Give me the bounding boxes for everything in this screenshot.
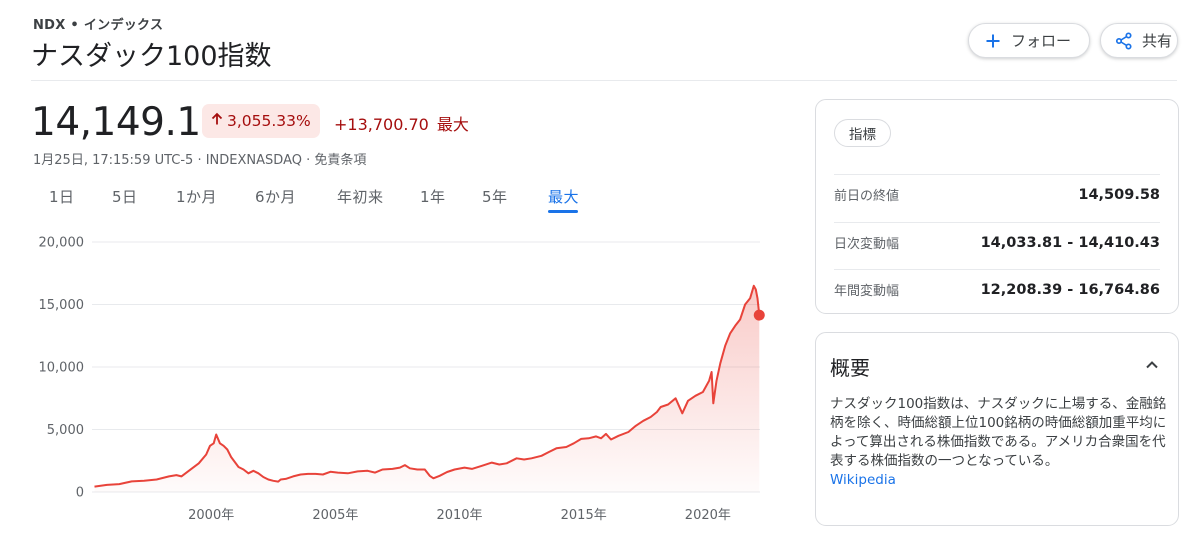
tab-ytd[interactable]: 年初来 [337, 186, 384, 207]
tab-6m[interactable]: 6か月 [255, 186, 296, 207]
current-price: 14,149.12 [31, 100, 226, 145]
stats-chip[interactable]: 指標 [834, 119, 891, 147]
y-tick-label: 20,000 [39, 236, 85, 251]
tab-max[interactable]: 最大 [548, 186, 579, 207]
stat-row-prev-close: 前日の終値 14,509.58 [834, 174, 1160, 214]
change-percent: 3,055.33% [227, 112, 311, 130]
change-absolute-group: +13,700.70 最大 [334, 111, 469, 135]
change-absolute: +13,700.70 [334, 115, 429, 134]
about-title: 概要 [830, 356, 870, 380]
y-tick-label: 15,000 [39, 298, 85, 313]
tab-1y[interactable]: 1年 [420, 186, 446, 207]
x-tick-label: 2005年 [312, 508, 358, 523]
stat-label: 年間変動幅 [834, 284, 900, 299]
stat-value: 14,033.81 - 14,410.43 [980, 234, 1160, 251]
y-tick-label: 0 [76, 486, 84, 501]
series-area [94, 285, 760, 492]
active-tab-indicator [548, 210, 578, 213]
tab-5y[interactable]: 5年 [482, 186, 508, 207]
about-card: 概要 ナスダック100指数は、ナスダックに上場する、金融銘柄を除く、時価総額上位… [815, 332, 1179, 526]
plus-icon [983, 31, 1003, 51]
price-chart-svg: 0 5,000 10,000 15,000 20,000 2000年 2005年 2010年 2… [39, 236, 765, 523]
x-tick-label: 2000年 [188, 508, 234, 523]
y-tick-label: 10,000 [39, 361, 85, 376]
page-title: ナスダック100指数 [31, 41, 272, 72]
stat-row-year-range: 年間変動幅 12,208.39 - 16,764.86 [834, 269, 1160, 309]
stat-label: 日次変動幅 [834, 237, 900, 252]
arrow-up-icon [210, 112, 227, 130]
stat-label: 前日の終値 [834, 189, 900, 204]
change-percent-badge: 3,055.33% [202, 104, 320, 138]
tab-1m[interactable]: 1か月 [176, 186, 217, 207]
share-button[interactable]: 共有 [1100, 23, 1178, 58]
tab-1d[interactable]: 1日 [49, 186, 75, 207]
stat-row-day-range: 日次変動幅 14,033.81 - 14,410.43 [834, 222, 1160, 262]
about-description: ナスダック100指数は、ナスダックに上場する、金融銘柄を除く、時価総額上位100… [830, 396, 1167, 469]
tab-5d[interactable]: 5日 [112, 186, 138, 207]
x-tick-label: 2015年 [561, 508, 607, 523]
current-value-point [753, 309, 765, 321]
follow-button[interactable]: フォロー [968, 23, 1090, 58]
header-divider [31, 80, 1177, 81]
ticker-label: NDX • インデックス [33, 18, 164, 33]
stat-value: 12,208.39 - 16,764.86 [980, 281, 1160, 298]
quote-meta: 1月25日, 17:15:59 UTC-5 · INDEXNASDAQ · 免責… [33, 153, 367, 168]
x-tick-label: 2010年 [436, 508, 482, 523]
wikipedia-link[interactable]: Wikipedia [830, 472, 896, 488]
price-chart[interactable]: 0 5,000 10,000 15,000 20,000 2000年 2005年 2010年 2… [0, 225, 790, 529]
share-label: 共有 [1142, 32, 1173, 50]
chevron-up-icon[interactable] [1142, 355, 1162, 375]
change-period: 最大 [436, 115, 469, 134]
share-icon [1114, 31, 1134, 51]
key-stats-card: 指標 前日の終値 14,509.58 日次変動幅 14,033.81 - 14,… [815, 99, 1179, 314]
x-tick-label: 2020年 [685, 508, 731, 523]
stat-value: 14,509.58 [1078, 186, 1160, 203]
y-tick-label: 5,000 [47, 423, 84, 438]
range-tabs: 1日 5日 1か月 6か月 年初来 1年 5年 最大 [0, 186, 700, 216]
follow-label: フォロー [1011, 32, 1072, 50]
